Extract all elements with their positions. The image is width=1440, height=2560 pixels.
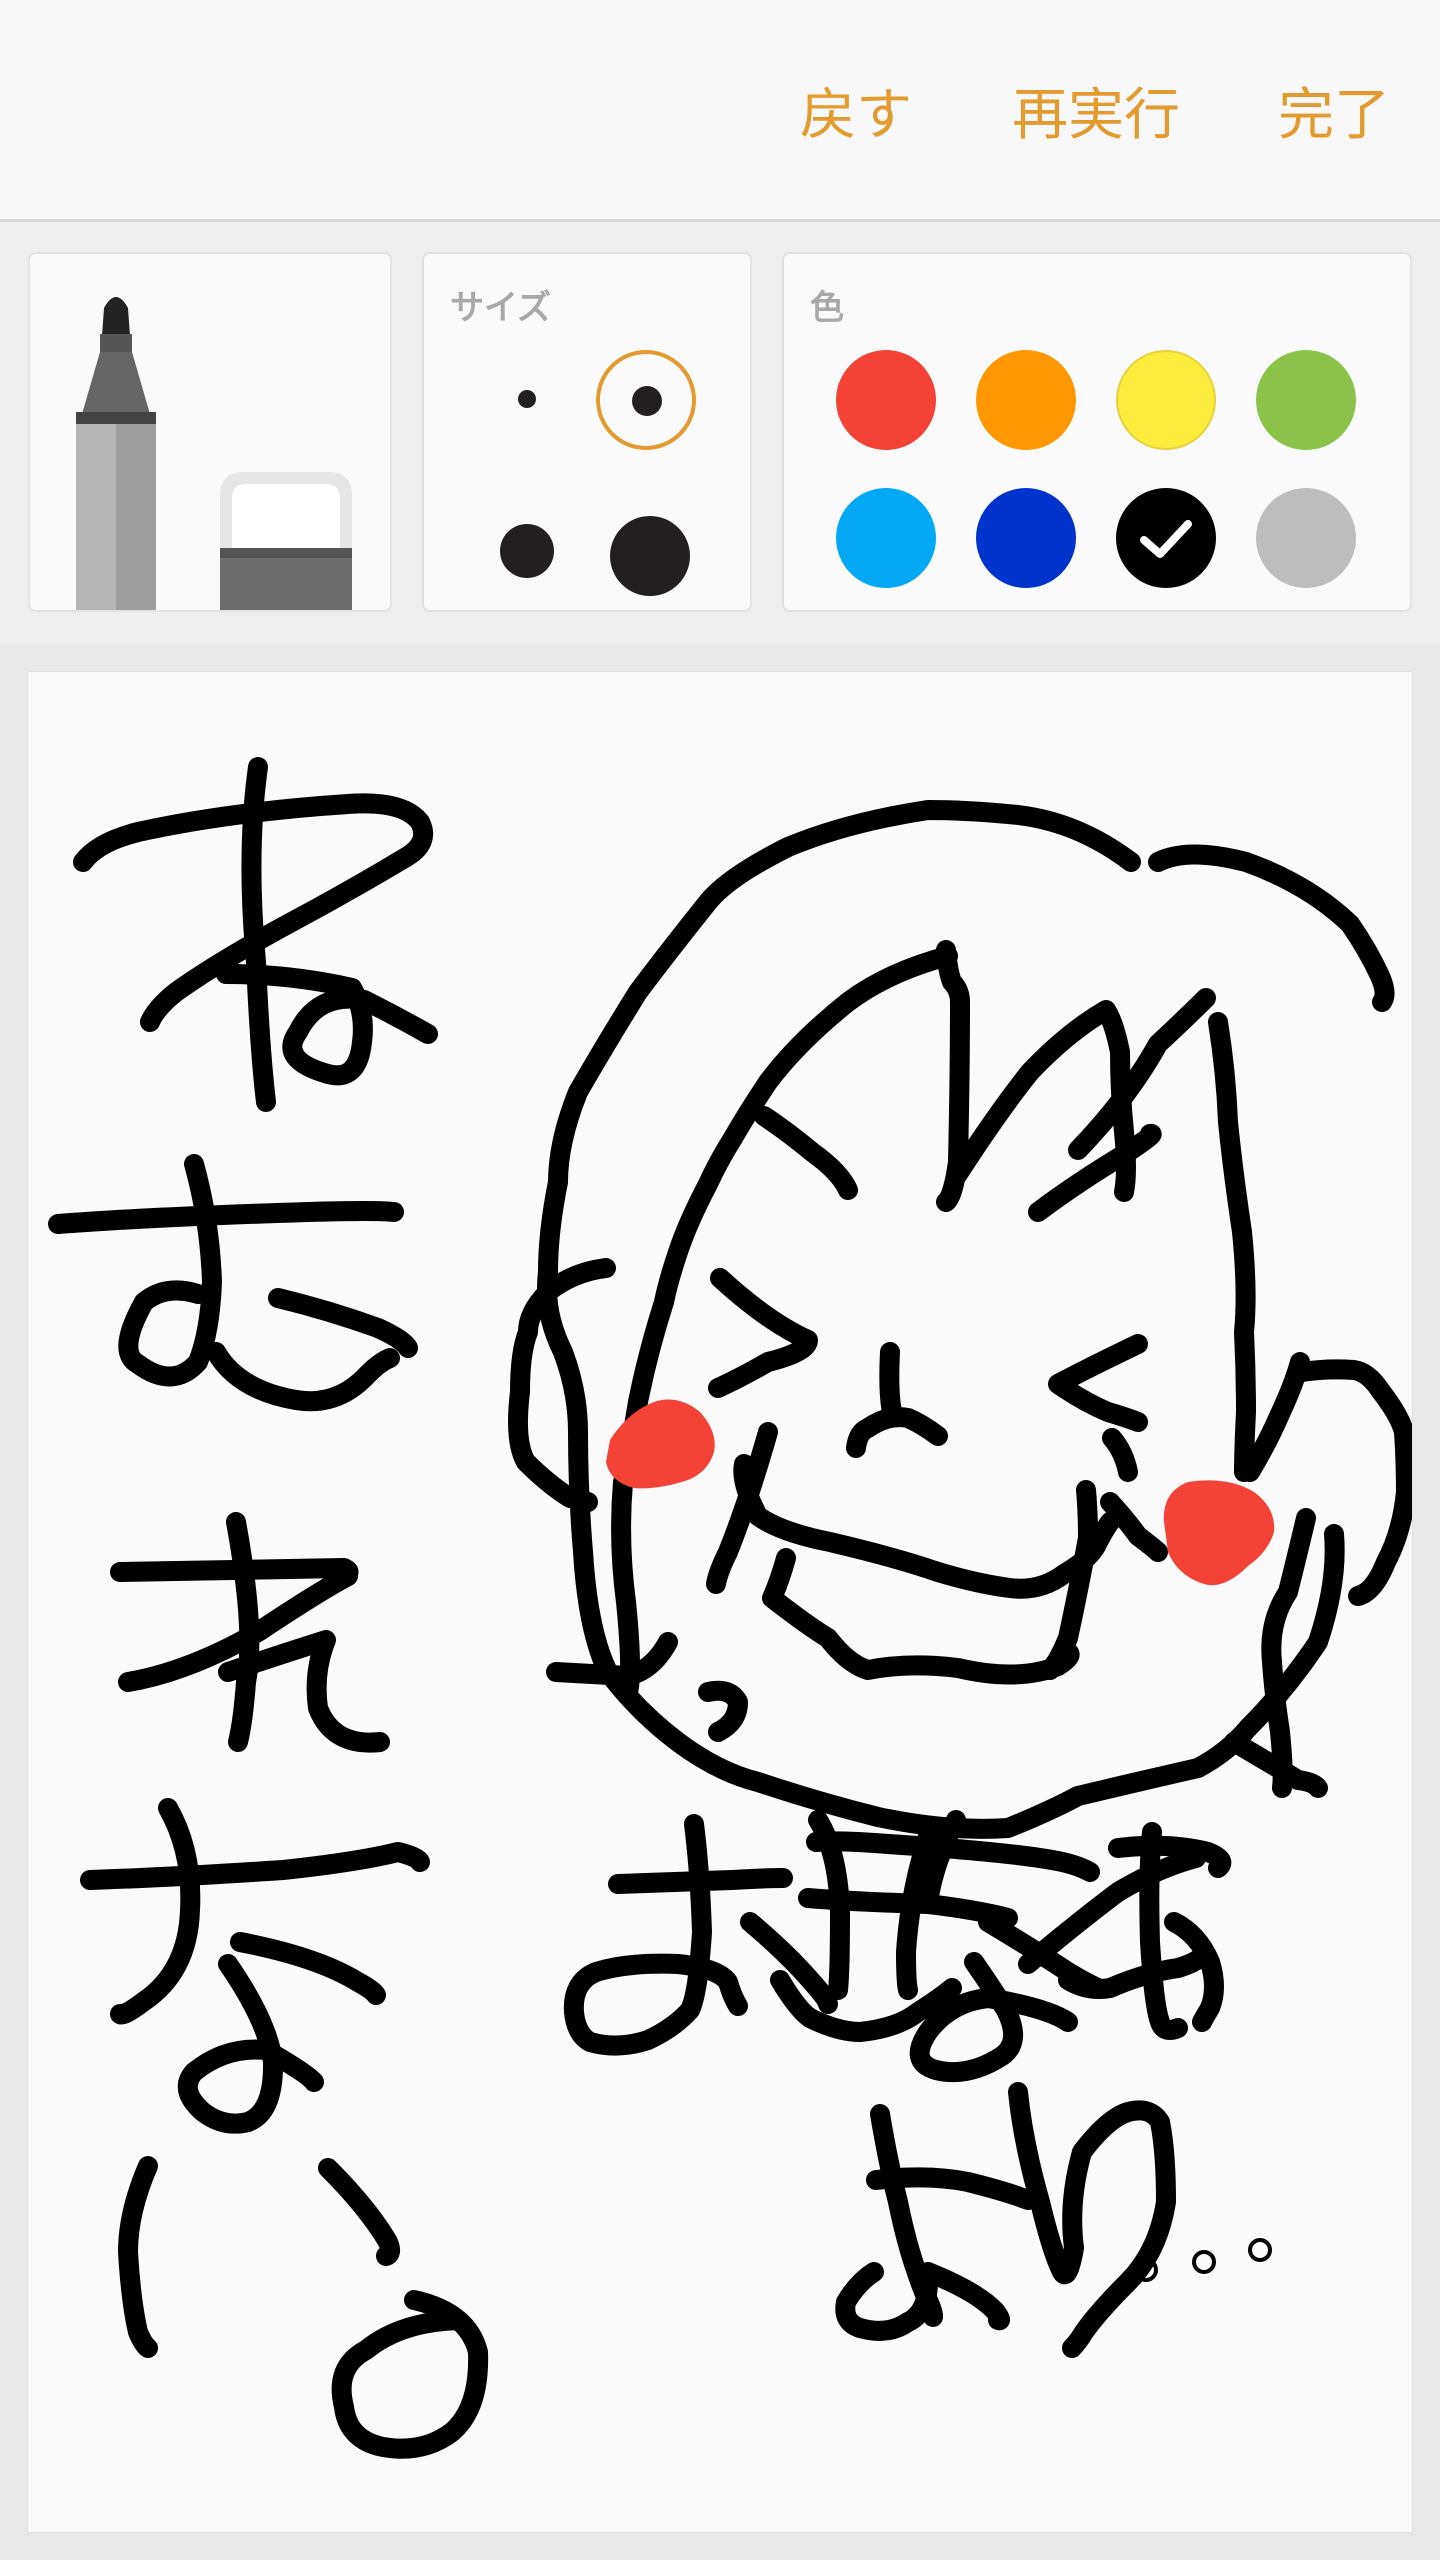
size-option-small-selected[interactable] <box>596 350 696 450</box>
color-swatch-light-blue[interactable] <box>836 488 936 588</box>
tool-palette: サイズ 色 <box>0 222 1440 644</box>
size-picker: サイズ <box>422 252 752 612</box>
tool-picker <box>28 252 392 612</box>
marker-icon <box>76 297 156 610</box>
color-swatch-green[interactable] <box>1256 350 1356 450</box>
color-label: 色 <box>810 288 844 328</box>
marker-tool[interactable] <box>64 290 168 610</box>
undo-button[interactable]: 戻す <box>800 76 912 156</box>
checkmark-icon <box>1140 520 1192 558</box>
color-swatch-black-selected[interactable] <box>1116 488 1216 588</box>
size-option-extra-small[interactable] <box>518 390 536 408</box>
color-swatch-blue[interactable] <box>976 488 1076 588</box>
ink-strokes <box>48 757 1412 2459</box>
color-swatch-orange[interactable] <box>976 350 1076 450</box>
size-option-small-dot <box>632 386 662 416</box>
color-picker: 色 <box>782 252 1412 612</box>
redo-button[interactable]: 再実行 <box>1012 76 1180 156</box>
hand-drawing <box>48 757 1412 2459</box>
drawing-canvas[interactable] <box>28 672 1412 2532</box>
eraser-icon <box>220 472 352 610</box>
color-swatch-red[interactable] <box>836 350 936 450</box>
eraser-tool[interactable] <box>216 468 356 610</box>
size-label: サイズ <box>450 288 551 328</box>
drawing-header: 戻す 再実行 完了 <box>0 0 1440 222</box>
size-option-medium[interactable] <box>500 524 554 578</box>
size-option-large[interactable] <box>610 516 690 596</box>
done-button[interactable]: 完了 <box>1278 76 1390 156</box>
color-swatch-yellow[interactable] <box>1116 350 1216 450</box>
color-swatch-gray[interactable] <box>1256 488 1356 588</box>
